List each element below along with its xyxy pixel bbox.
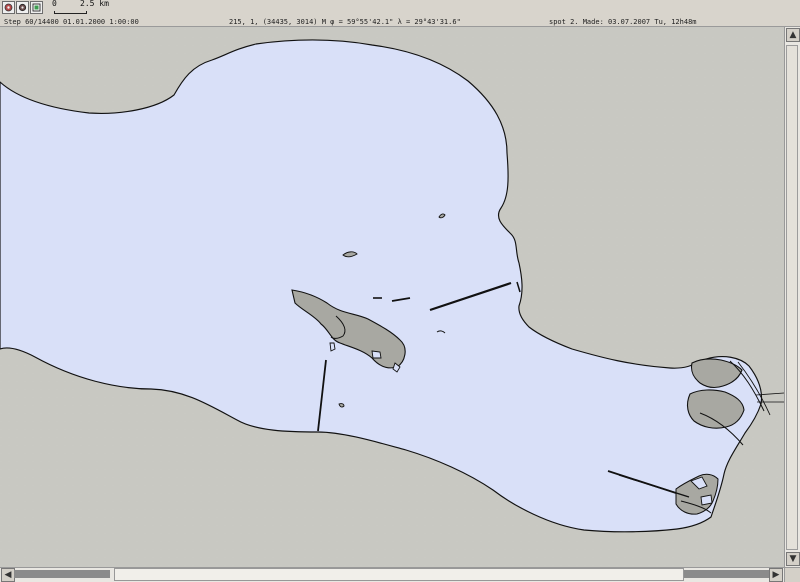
scale-ruler bbox=[54, 11, 87, 14]
scale-label: 2.5 km bbox=[80, 0, 109, 8]
frame-icon bbox=[32, 3, 41, 12]
step-text: Step 60/14400 01.01.2000 1:00:00 bbox=[4, 18, 139, 26]
down-arrow-icon: ▼ bbox=[789, 553, 797, 564]
frame-button[interactable] bbox=[30, 1, 43, 14]
left-arrow-icon: ◀ bbox=[4, 569, 12, 580]
scroll-up-button[interactable]: ▲ bbox=[786, 28, 800, 42]
small-island-a bbox=[329, 342, 336, 352]
horizontal-track-right bbox=[684, 570, 770, 578]
vertical-scroll-thumb[interactable] bbox=[786, 45, 798, 550]
scroll-corner bbox=[784, 567, 800, 582]
map-canvas[interactable] bbox=[0, 27, 784, 567]
made-timestamp: spot 2. Made: 03.07.2007 Tu, 12h48m bbox=[549, 18, 697, 26]
vertical-scrollbar[interactable]: ▲ ▼ bbox=[784, 27, 800, 567]
scroll-down-button[interactable]: ▼ bbox=[786, 552, 800, 566]
view-mode-icon bbox=[18, 3, 27, 12]
zoom-in-button[interactable] bbox=[2, 1, 15, 14]
horizontal-scrollbar[interactable]: ◀ ▶ bbox=[0, 567, 784, 582]
view-mode-button[interactable] bbox=[16, 1, 29, 14]
scale-start: 0 bbox=[52, 0, 57, 8]
horizontal-track-left bbox=[14, 570, 110, 578]
map-svg[interactable] bbox=[0, 27, 784, 567]
harbor-basin bbox=[700, 494, 713, 506]
horizontal-scroll-thumb[interactable] bbox=[114, 568, 684, 581]
small-island-b bbox=[371, 350, 382, 359]
map-application: 0 2.5 km Step 60/14400 01.01.2000 1:00:0… bbox=[0, 0, 800, 582]
scale-bar: 0 2.5 km bbox=[52, 0, 109, 17]
up-arrow-icon: ▲ bbox=[789, 29, 797, 40]
toolbar: 0 2.5 km Step 60/14400 01.01.2000 1:00:0… bbox=[0, 0, 800, 27]
coordinate-readout: 215, 1, (34435, 3014) M φ = 59°55'42.1" … bbox=[229, 18, 461, 26]
scroll-right-button[interactable]: ▶ bbox=[769, 568, 783, 582]
right-arrow-icon: ▶ bbox=[772, 569, 780, 580]
scroll-left-button[interactable]: ◀ bbox=[1, 568, 15, 582]
zoom-in-icon bbox=[4, 3, 13, 12]
